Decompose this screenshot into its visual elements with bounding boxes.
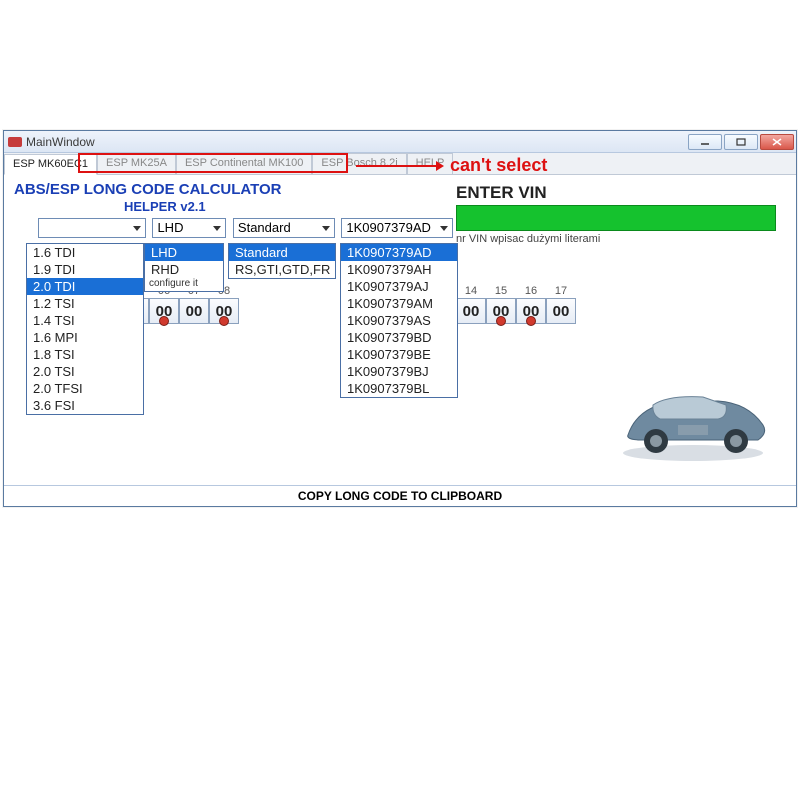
byte-cell[interactable]: 00 xyxy=(456,298,486,324)
dropdown-option[interactable]: 1K0907379AM xyxy=(341,295,457,312)
dropdown-option[interactable]: 1K0907379AJ xyxy=(341,278,457,295)
byte-cell[interactable]: 00 xyxy=(486,298,516,324)
byte-cell[interactable]: 00 xyxy=(546,298,576,324)
dropdown-option[interactable]: 1.4 TSI xyxy=(27,312,143,329)
vin-hint: nr VIN wpisac dużymi literami xyxy=(456,233,778,245)
dropdown-option[interactable]: 2.0 TSI xyxy=(27,363,143,380)
copy-long-code-button[interactable]: COPY LONG CODE TO CLIPBOARD xyxy=(4,485,796,506)
dropdown-option[interactable]: 1K0907379AD xyxy=(341,244,457,261)
dropdown-option[interactable]: 1.8 TSI xyxy=(27,346,143,363)
dropdown-option[interactable]: 2.0 TFSI xyxy=(27,380,143,397)
dropdown-option[interactable]: RHD xyxy=(145,261,223,278)
part-select[interactable]: 1K0907379AD xyxy=(341,218,453,238)
byte-cell[interactable]: 00 xyxy=(179,298,209,324)
tab-esp-mk60ec1[interactable]: ESP MK60EC1 xyxy=(4,154,97,175)
app-icon xyxy=(8,137,22,147)
dropdown-option[interactable]: 1K0907379BJ xyxy=(341,363,457,380)
byte-cell[interactable]: 00 xyxy=(209,298,239,324)
dropdown-option[interactable]: Standard xyxy=(229,244,335,261)
enter-vin-label: ENTER VIN xyxy=(456,183,778,203)
side-select[interactable]: LHD xyxy=(152,218,226,238)
side-dropdown[interactable]: LHDRHDconfigure it xyxy=(144,243,224,292)
byte-header: 16 xyxy=(516,285,546,297)
dropdown-option[interactable]: 1K0907379BD xyxy=(341,329,457,346)
close-button[interactable] xyxy=(760,134,794,150)
main-window: MainWindow ESP MK60EC1 ESP MK25A ESP Con… xyxy=(3,130,797,507)
dropdown-option[interactable]: 1K0907379AS xyxy=(341,312,457,329)
trim-select[interactable]: Standard xyxy=(233,218,335,238)
dropdown-option[interactable]: 1K0907379BL xyxy=(341,380,457,397)
annotation-arrow: can't select xyxy=(356,155,547,176)
dropdown-option[interactable]: 3.6 FSI xyxy=(27,397,143,414)
tab-esp-continental-mk100[interactable]: ESP Continental MK100 xyxy=(176,153,312,174)
dropdown-option[interactable]: 1.9 TDI xyxy=(27,261,143,278)
byte-cell[interactable]: 00 xyxy=(149,298,179,324)
window-title: MainWindow xyxy=(26,135,95,149)
dropdown-option[interactable]: 1K0907379AH xyxy=(341,261,457,278)
dropdown-option[interactable]: 1.6 MPI xyxy=(27,329,143,346)
engine-dropdown[interactable]: 1.6 TDI1.9 TDI2.0 TDI1.2 TSI1.4 TSI1.6 M… xyxy=(26,243,144,415)
maximize-button[interactable] xyxy=(724,134,758,150)
dropdown-option[interactable]: 2.0 TDI xyxy=(27,278,143,295)
part-dropdown[interactable]: 1K0907379AD1K0907379AH1K0907379AJ1K09073… xyxy=(340,243,458,398)
annotation-text: can't select xyxy=(450,155,547,176)
tab-esp-mk25a[interactable]: ESP MK25A xyxy=(97,153,176,174)
content-area: ABS/ESP LONG CODE CALCULATOR HELPER v2.1… xyxy=(4,175,796,485)
vin-input[interactable] xyxy=(456,205,776,231)
dropdown-option[interactable]: RS,GTI,GTD,FR xyxy=(229,261,335,278)
car-illustration xyxy=(608,375,778,465)
trim-dropdown[interactable]: StandardRS,GTI,GTD,FR xyxy=(228,243,336,279)
dropdown-tail: configure it xyxy=(145,278,223,291)
dropdown-option[interactable]: 1.2 TSI xyxy=(27,295,143,312)
bytes-right: 1415161700000000 xyxy=(456,285,576,324)
vin-panel: ENTER VIN nr VIN wpisac dużymi literami xyxy=(456,183,778,245)
byte-header: 17 xyxy=(546,285,576,297)
byte-cell[interactable]: 00 xyxy=(516,298,546,324)
byte-header: 14 xyxy=(456,285,486,297)
byte-header: 15 xyxy=(486,285,516,297)
dropdown-option[interactable]: 1K0907379BE xyxy=(341,346,457,363)
page-subtitle: HELPER v2.1 xyxy=(124,199,206,214)
minimize-button[interactable] xyxy=(688,134,722,150)
dropdown-option[interactable]: LHD xyxy=(145,244,223,261)
engine-select[interactable] xyxy=(38,218,146,238)
dropdown-option[interactable]: 1.6 TDI xyxy=(27,244,143,261)
tab-bar: ESP MK60EC1 ESP MK25A ESP Continental MK… xyxy=(4,153,796,175)
titlebar[interactable]: MainWindow xyxy=(4,131,796,153)
